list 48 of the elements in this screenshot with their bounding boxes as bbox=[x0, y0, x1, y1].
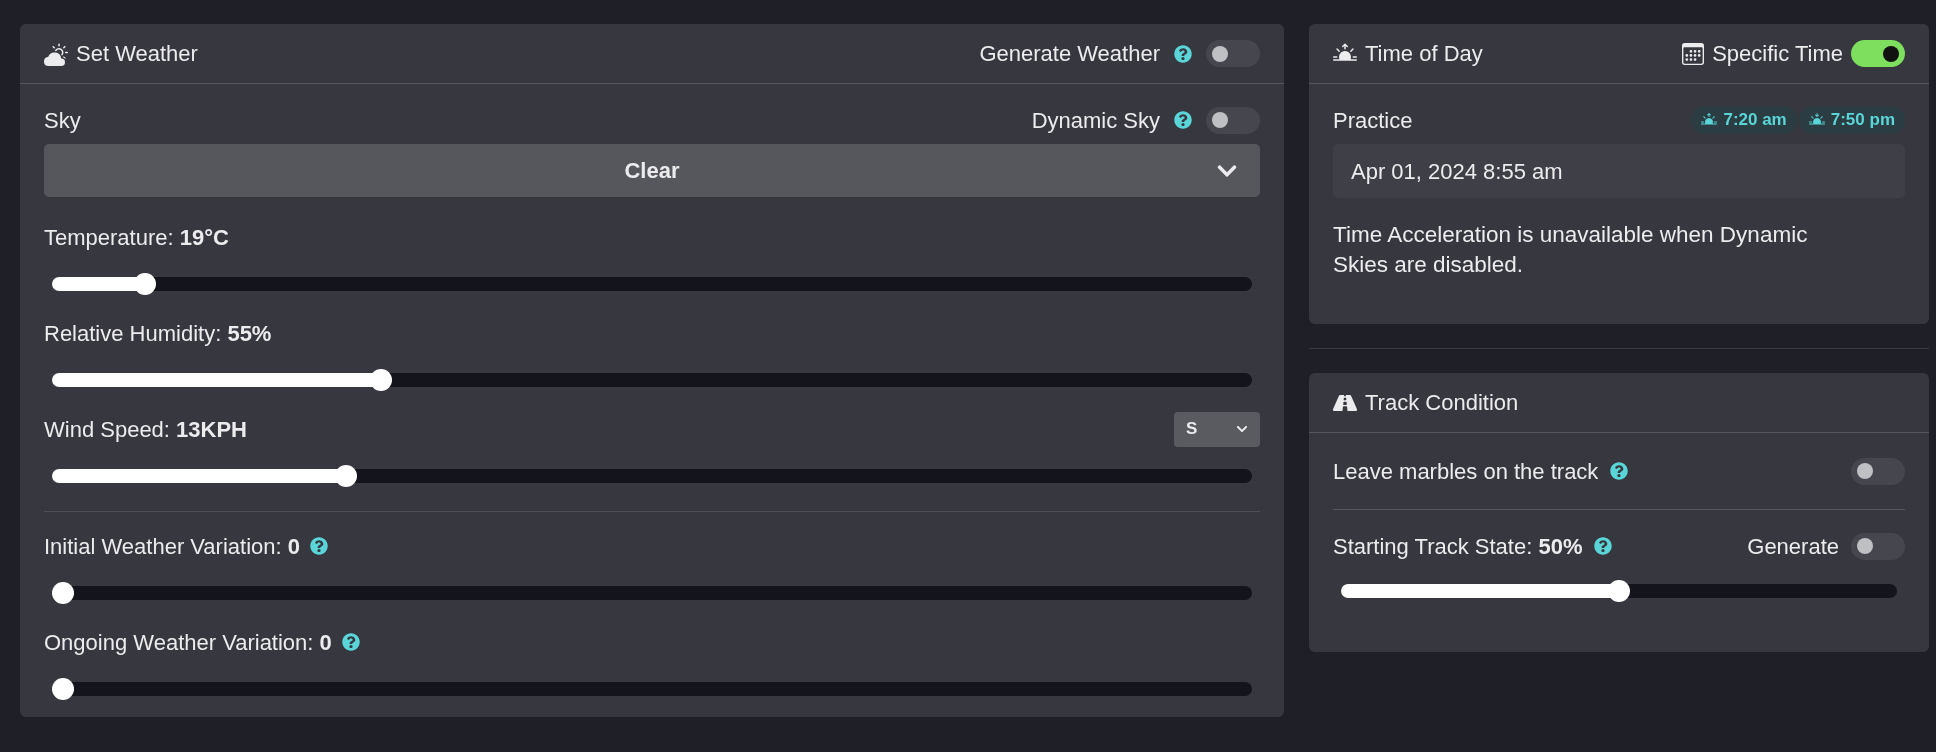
slider-label: Wind Speed: 13KPH bbox=[44, 415, 247, 444]
slider-thumb[interactable] bbox=[1608, 580, 1630, 602]
slider-label: Starting Track State: 50% bbox=[1333, 532, 1583, 561]
toggle-label: Generate Weather bbox=[979, 40, 1160, 68]
toggle-switch[interactable] bbox=[1206, 40, 1260, 67]
slider-thumb[interactable] bbox=[370, 369, 393, 391]
sky-label: Sky bbox=[44, 106, 81, 135]
toggle-label: Leave marbles on the track bbox=[1333, 457, 1599, 486]
sunrise-badge: 7:20 am bbox=[1691, 106, 1797, 134]
slider[interactable] bbox=[52, 465, 1252, 487]
toggle-switch[interactable] bbox=[1851, 40, 1905, 67]
chevron-down-icon bbox=[1236, 423, 1248, 435]
sky-dropdown[interactable]: Clear bbox=[44, 144, 1260, 197]
slider[interactable] bbox=[52, 678, 1252, 700]
calendar-icon bbox=[1682, 42, 1705, 65]
datetime-field[interactable]: Apr 01, 2024 8:55 am bbox=[1333, 144, 1905, 198]
help-icon[interactable] bbox=[1174, 111, 1192, 129]
sunset-badge: 7:50 pm bbox=[1798, 106, 1905, 134]
info-text: Time Acceleration is unavailable when Dynamic Skies are disabled. bbox=[1333, 221, 1809, 279]
slider-thumb[interactable] bbox=[334, 465, 357, 487]
help-icon[interactable] bbox=[341, 633, 360, 651]
toggle-switch[interactable] bbox=[1851, 532, 1905, 560]
slider-thumb[interactable] bbox=[52, 678, 74, 700]
slider[interactable] bbox=[52, 369, 1252, 391]
session-label: Practice bbox=[1333, 106, 1413, 135]
slider-label: Initial Weather Variation: 0 bbox=[44, 532, 300, 561]
toggle-switch[interactable] bbox=[1851, 457, 1905, 485]
slider[interactable] bbox=[52, 582, 1252, 604]
slider-thumb[interactable] bbox=[52, 582, 74, 604]
cloud-sun-icon bbox=[44, 41, 68, 66]
slider-thumb[interactable] bbox=[134, 273, 157, 295]
slider-label: Temperature: 19°C bbox=[44, 223, 229, 252]
help-icon[interactable] bbox=[1174, 44, 1192, 63]
slider-label: Ongoing Weather Variation: 0 bbox=[44, 628, 332, 657]
panel-title: Time of Day bbox=[1365, 40, 1483, 68]
panel-title: Set Weather bbox=[76, 40, 198, 68]
slider[interactable] bbox=[1341, 580, 1897, 602]
slider[interactable] bbox=[52, 273, 1252, 295]
slider-label: Relative Humidity: 55% bbox=[44, 319, 272, 348]
help-icon[interactable] bbox=[310, 537, 328, 555]
toggle-label: Generate bbox=[1747, 532, 1839, 561]
panel-title: Track Condition bbox=[1365, 389, 1519, 417]
help-icon[interactable] bbox=[1594, 537, 1613, 555]
toggle-switch[interactable] bbox=[1206, 106, 1260, 134]
toggle-label: Specific Time bbox=[1712, 40, 1843, 68]
help-icon[interactable] bbox=[1610, 462, 1629, 480]
toggle-label: Dynamic Sky bbox=[1031, 106, 1160, 135]
direction-dropdown[interactable]: S bbox=[1174, 411, 1260, 447]
